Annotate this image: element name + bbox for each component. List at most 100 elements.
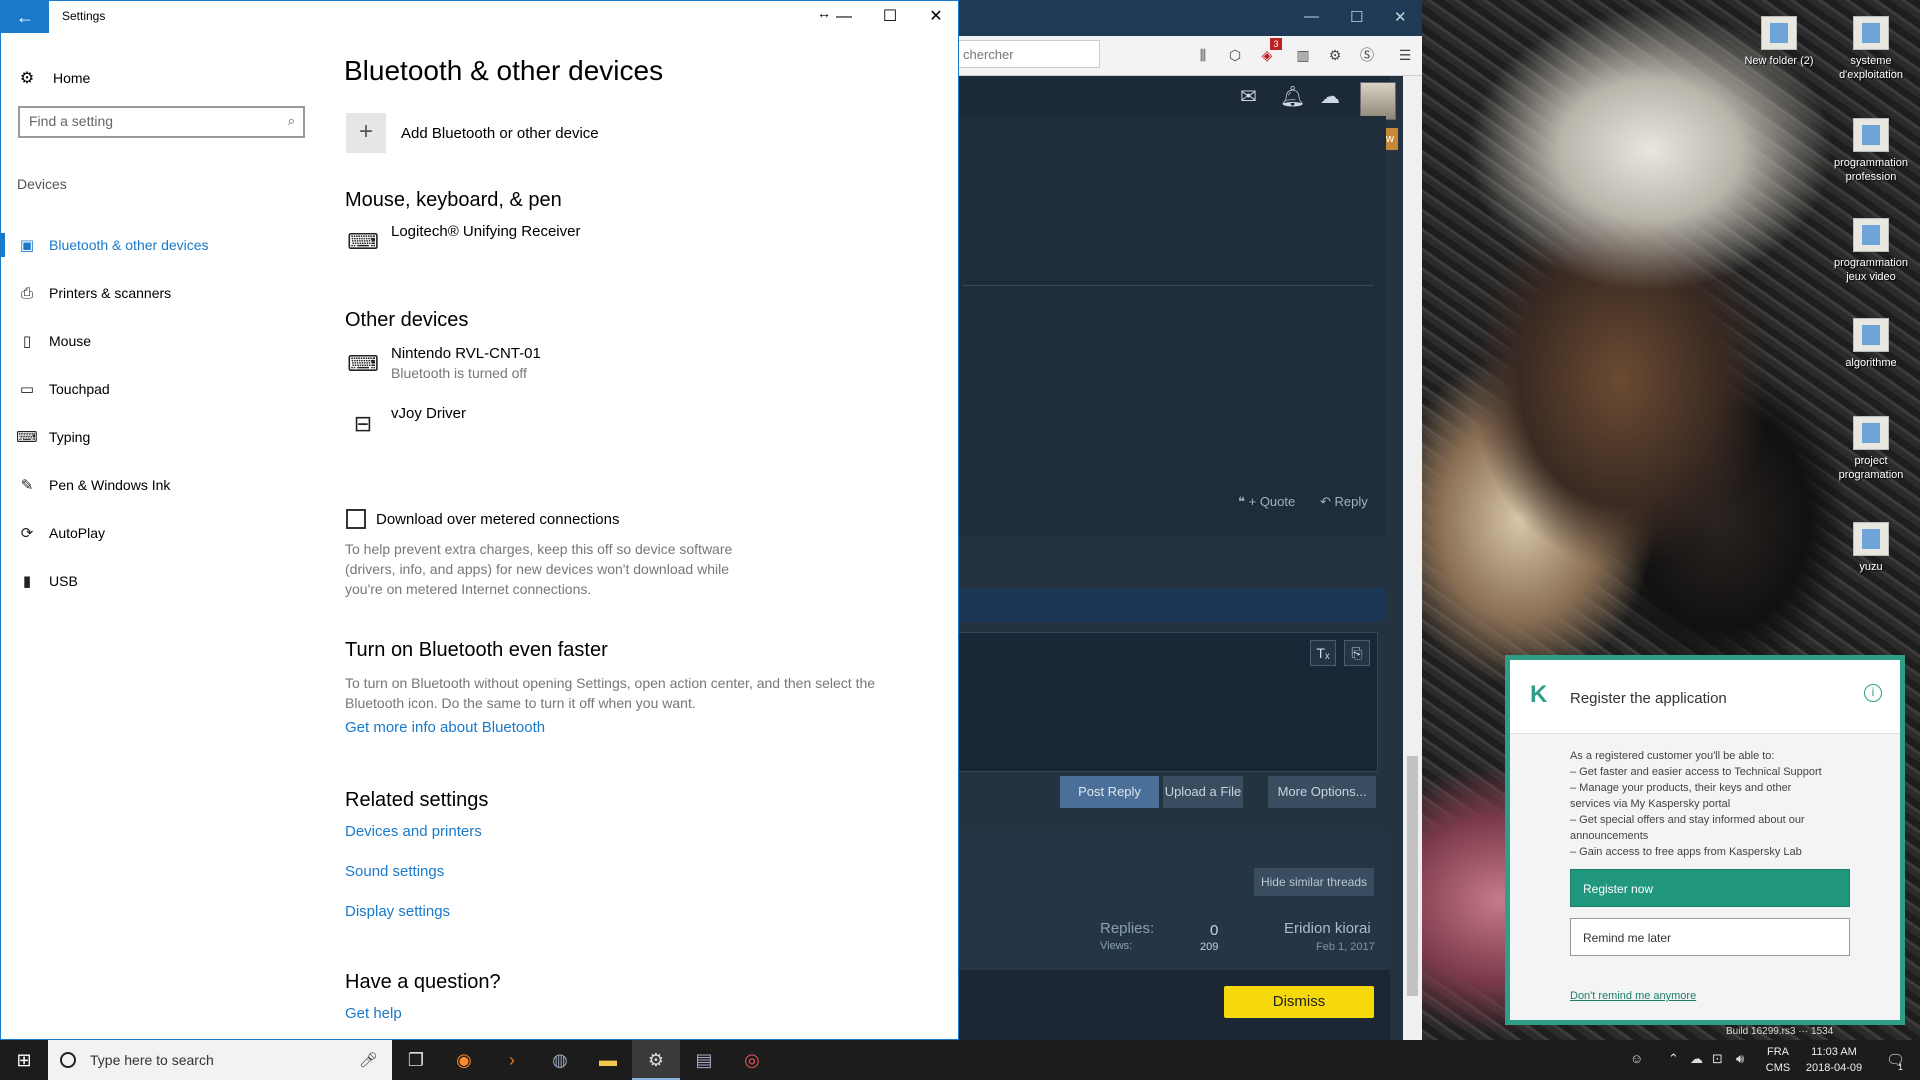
dont-remind-link[interactable]: Don't remind me anymore: [1570, 990, 1696, 1002]
quote-button[interactable]: ❝ + Quote: [1238, 494, 1295, 510]
device-logitech[interactable]: ⌨ Logitech® Unifying Receiver: [347, 223, 580, 255]
s-extension-icon[interactable]: Ⓢ: [1358, 46, 1376, 64]
get-help-link[interactable]: Get help: [345, 1005, 402, 1022]
kaspersky-logo-icon: K: [1530, 681, 1548, 708]
minimize-icon[interactable]: —: [1304, 8, 1319, 25]
clock[interactable]: 11:03 AM 2018-04-09: [1798, 1044, 1870, 1076]
volume-icon[interactable]: 🔊︎: [1736, 1051, 1744, 1067]
taskbar: ⊞ Type here to search 🎤︎ ❐ ◉ › ◍ ▬ ⚙ ▤ ◎…: [0, 1040, 1920, 1080]
remind-later-button[interactable]: Remind me later: [1570, 918, 1850, 956]
sidebar-icon[interactable]: ▥: [1294, 46, 1312, 64]
scrollbar-thumb[interactable]: [1407, 756, 1418, 996]
chevron-up-icon[interactable]: ⌃: [1668, 1051, 1679, 1067]
maximize-icon[interactable]: ☐: [1350, 8, 1363, 26]
desktop-icon-yuzu[interactable]: yuzu: [1826, 522, 1916, 574]
desktop-icon-systeme[interactable]: systeme d'exploitation: [1826, 16, 1916, 82]
info-icon[interactable]: i: [1864, 684, 1882, 702]
back-button[interactable]: ←: [1, 1, 49, 33]
mail-icon[interactable]: ✉: [1240, 84, 1257, 109]
thread-author[interactable]: Eridion kiorai: [1284, 920, 1371, 937]
bluetooth-info-link[interactable]: Get more info about Bluetooth: [345, 719, 545, 736]
settings-nav: ⚙ Home Find a setting ⌕ Devices ▣ Blueto…: [1, 33, 321, 1039]
maximize-icon[interactable]: ☐: [867, 1, 913, 33]
close-icon[interactable]: ✕: [913, 1, 959, 33]
device-nintendo[interactable]: ⌨ Nintendo RVL-CNT-01 Bluetooth is turne…: [347, 345, 541, 381]
clear-format-icon[interactable]: Tₓ: [1310, 640, 1336, 666]
devices-printers-link[interactable]: Devices and printers: [345, 823, 482, 840]
browser-scrollbar[interactable]: [1403, 76, 1422, 1040]
nav-item-typing[interactable]: ⌨ Typing: [1, 417, 321, 457]
nav-home[interactable]: ⚙ Home: [17, 63, 91, 93]
microphone-icon[interactable]: 🎤︎: [359, 1051, 378, 1069]
settings-app-icon[interactable]: ⚙: [632, 1040, 680, 1080]
nav-item-usb[interactable]: ▮ USB: [1, 561, 321, 601]
terminal-icon[interactable]: ›: [488, 1040, 536, 1080]
register-now-button[interactable]: Register now: [1570, 869, 1850, 907]
notification-count: 1: [1898, 1062, 1904, 1072]
firefox-icon[interactable]: ◉: [440, 1040, 488, 1080]
input-language[interactable]: FRA CMS: [1762, 1044, 1794, 1076]
nav-item-autoplay[interactable]: ⟳ AutoPlay: [1, 513, 321, 553]
close-icon[interactable]: ✕: [1394, 8, 1407, 26]
file-explorer-icon[interactable]: ▬: [584, 1040, 632, 1080]
task-view-icon[interactable]: ❐: [392, 1040, 440, 1080]
menu-icon[interactable]: ☰: [1396, 46, 1414, 64]
folder-icon: [1853, 218, 1889, 252]
forum-header: ✉ 🔔︎ ☁: [958, 76, 1390, 116]
desktop-icon-prog-jeux[interactable]: programmation jeux video: [1826, 218, 1916, 284]
window-title: Settings: [62, 9, 106, 23]
nav-item-mouse[interactable]: ▯ Mouse: [1, 321, 321, 361]
autoplay-icon: ⟳: [20, 525, 34, 542]
replies-label: Replies:: [1100, 920, 1155, 937]
desktop-icon-new-folder[interactable]: New folder (2): [1734, 16, 1824, 68]
shield-icon[interactable]: ⬡: [1226, 46, 1244, 64]
dismiss-button[interactable]: Dismiss: [1224, 986, 1374, 1018]
sound-settings-link[interactable]: Sound settings: [345, 863, 444, 880]
nav-item-touchpad[interactable]: ▭ Touchpad: [1, 369, 321, 409]
bbcode-icon[interactable]: ⎘: [1344, 640, 1370, 666]
folder-icon: [1853, 118, 1889, 152]
settings-window: ← Settings ↔ — ☐ ✕ ⚙ Home Find a setting…: [0, 0, 959, 1040]
post-reply-button[interactable]: Post Reply: [1060, 776, 1159, 808]
hide-similar-button[interactable]: Hide similar threads: [1254, 868, 1374, 896]
browser-titlebar: — ☐ ✕: [958, 0, 1422, 36]
more-options-button[interactable]: More Options...: [1268, 776, 1376, 808]
metered-checkbox-row[interactable]: Download over metered connections: [346, 509, 619, 529]
media-app-icon[interactable]: ◎: [728, 1040, 776, 1080]
kaspersky-title: Register the application: [1570, 690, 1727, 707]
avatar[interactable]: [1360, 82, 1396, 120]
bell-icon[interactable]: 🔔︎: [1280, 84, 1305, 109]
notification-count: 3: [1270, 38, 1282, 50]
metered-checkbox[interactable]: [346, 509, 366, 529]
nav-item-printers[interactable]: ⎙ Printers & scanners: [1, 273, 321, 313]
minimize-icon[interactable]: —: [821, 1, 867, 33]
touchpad-icon: ▭: [19, 381, 35, 398]
add-device-button[interactable]: + Add Bluetooth or other device: [346, 113, 599, 153]
library-icon[interactable]: ⫼: [1194, 46, 1212, 64]
desktop-icon-algorithme[interactable]: algorithme: [1826, 318, 1916, 370]
device-vjoy[interactable]: ⊟ vJoy Driver: [347, 405, 466, 437]
mouse-icon: ▯: [22, 333, 32, 350]
cloud-icon[interactable]: ☁: [1690, 1051, 1703, 1067]
upload-file-button[interactable]: Upload a File: [1163, 776, 1243, 808]
search-icon: ⌕: [287, 113, 295, 128]
nav-item-bluetooth[interactable]: ▣ Bluetooth & other devices: [1, 225, 321, 265]
desktop-icon-prog-profession[interactable]: programmation profession: [1826, 118, 1916, 184]
post-body: [958, 116, 1386, 536]
reply-button[interactable]: ↶ Reply: [1320, 494, 1368, 510]
device-icon: ⊟: [353, 411, 373, 436]
cloud-upload-icon[interactable]: ☁: [1320, 84, 1340, 109]
browser-search-field[interactable]: chercher: [958, 40, 1100, 68]
windows-start-icon[interactable]: ⊞: [0, 1040, 48, 1080]
extension-icon[interactable]: ⚙: [1326, 46, 1344, 64]
find-setting-input[interactable]: Find a setting ⌕: [18, 106, 305, 138]
section-mouse-keyboard: Mouse, keyboard, & pen: [345, 189, 562, 211]
desktop-icon-project[interactable]: project programation: [1826, 416, 1916, 482]
taskbar-search[interactable]: Type here to search 🎤︎: [48, 1040, 392, 1080]
people-icon[interactable]: ☺: [1630, 1051, 1643, 1066]
app-icon[interactable]: ▤: [680, 1040, 728, 1080]
nav-item-pen[interactable]: ✎ Pen & Windows Ink: [1, 465, 321, 505]
display-settings-link[interactable]: Display settings: [345, 903, 450, 920]
steam-icon[interactable]: ◍: [536, 1040, 584, 1080]
network-icon[interactable]: ⊡: [1712, 1051, 1723, 1067]
